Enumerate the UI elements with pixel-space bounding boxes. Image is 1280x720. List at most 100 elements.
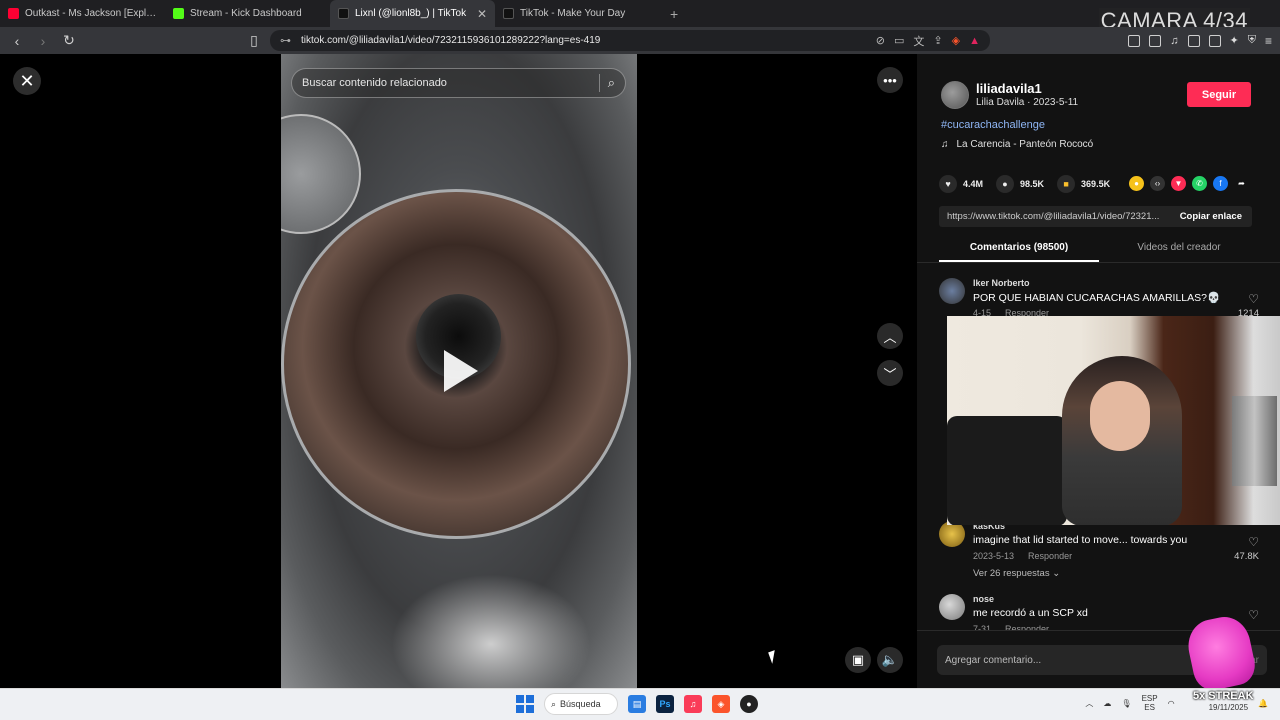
browser-tab-youtube[interactable]: Outkast - Ms Jackson [Explicit] - YouTub…	[0, 0, 165, 27]
previous-video-icon[interactable]: ︿	[877, 323, 903, 349]
floating-player-icon[interactable]: ▣	[845, 647, 871, 673]
close-video-button[interactable]: ✕	[13, 67, 41, 95]
comment-text: imagine that lid started to move... towa…	[973, 534, 1188, 546]
comment-icon: ●	[996, 175, 1015, 193]
comment-like-icon[interactable]: ♡	[1248, 292, 1259, 306]
webcam-face	[1090, 381, 1150, 451]
comment-like-icon[interactable]: ♡	[1248, 608, 1259, 622]
view-replies-label: Ver 26 respuestas	[973, 568, 1050, 579]
creator-subline: Lilia Davila · 2023-5-11	[976, 97, 1079, 108]
share-icon[interactable]: ⇪	[933, 34, 942, 47]
webcam-overlay	[947, 316, 1280, 525]
brave-browser-icon[interactable]: ◈	[712, 695, 730, 713]
next-video-icon[interactable]: ﹀	[877, 360, 903, 386]
music-row[interactable]: ♫ La Carencia - Panteón Rococó	[941, 139, 1093, 150]
address-toolbar: ‹ › ↻ ▯ ⊶ tiktok.com/@liliadavila1/video…	[0, 27, 1280, 54]
browser-tab-tiktok-active[interactable]: Lixnl (@lionl8b_) | TikTok ✕	[330, 0, 495, 27]
commenter-name[interactable]: nose	[973, 594, 994, 604]
brave-shield-icon[interactable]: ◈	[952, 34, 960, 47]
browser-tab-tiktok[interactable]: TikTok - Make Your Day	[495, 0, 660, 27]
notification-icon[interactable]: 🔔	[1258, 699, 1268, 708]
puzzle-icon[interactable]: ✦	[1230, 34, 1239, 47]
cast-icon[interactable]: ▭	[894, 34, 904, 47]
hashtag-link[interactable]: #cucarachachallenge	[941, 119, 1045, 131]
taskbar-search-label: Búsqueda	[560, 699, 601, 709]
creator-username[interactable]: liliadavila1	[976, 81, 1042, 96]
comment-meta: 2023-5-13 Responder	[973, 551, 1072, 561]
comment-like-icon[interactable]: ♡	[1248, 535, 1259, 549]
site-info-icon[interactable]: ⊶	[280, 34, 291, 47]
search-divider	[598, 74, 600, 92]
back-icon[interactable]: ‹	[6, 30, 28, 52]
extension-icon[interactable]	[1149, 34, 1162, 47]
vpn-icon[interactable]: ⛨	[1248, 34, 1256, 47]
related-search-input[interactable]: Buscar contenido relacionado ⌕	[291, 68, 626, 98]
translate-icon[interactable]: 文	[913, 33, 924, 49]
search-icon: ⌕	[551, 698, 557, 709]
commenter-avatar[interactable]	[939, 278, 965, 304]
new-tab-button[interactable]: +	[660, 0, 688, 27]
music-icon[interactable]: ♫	[1170, 35, 1178, 47]
view-replies-link[interactable]: Ver 26 respuestas ⌄	[973, 568, 1060, 579]
language-indicator[interactable]: ESP ES	[1142, 694, 1158, 712]
wallet-icon[interactable]	[1208, 34, 1221, 47]
coin-icon[interactable]: ●	[1129, 176, 1144, 191]
share-icons: ● ‹› ▼ ✆ f ➦	[1129, 176, 1249, 191]
reader-icon[interactable]: ⊘	[876, 34, 885, 47]
comment-item: Iker Norberto POR QUE HABIAN CUCARACHAS …	[939, 278, 1259, 319]
repost-icon[interactable]: ▼	[1171, 176, 1186, 191]
music-app-icon[interactable]: ♫	[684, 695, 702, 713]
sidebar-icon[interactable]	[1187, 34, 1200, 47]
like-stat[interactable]: ♥ 4.4M	[939, 175, 983, 193]
brave-rewards-icon[interactable]: ▲	[969, 35, 980, 47]
comment-text: me recordó a un SCP xd	[973, 607, 1088, 619]
browser-tab-kick[interactable]: Stream - Kick Dashboard	[165, 0, 330, 27]
extension-icon[interactable]	[1128, 34, 1141, 47]
comment-text: POR QUE HABIAN CUCARACHAS AMARILLAS?💀	[973, 292, 1221, 304]
bookmark-icon[interactable]: ▯	[243, 30, 265, 52]
streak-label: 5x STREAK	[1193, 690, 1254, 702]
more-options-icon[interactable]: •••	[877, 67, 903, 93]
comment-stat[interactable]: ● 98.5K	[996, 175, 1044, 193]
video-frame-object	[281, 114, 361, 234]
music-note-icon: ♫	[941, 139, 949, 150]
volume-icon[interactable]: 🔈	[877, 647, 903, 673]
save-stat[interactable]: ■ 369.5K	[1057, 175, 1110, 193]
creator-avatar[interactable]	[941, 81, 969, 109]
search-icon[interactable]: ⌕	[608, 75, 615, 91]
windows-start-icon[interactable]	[516, 695, 534, 713]
divider	[917, 262, 1280, 263]
reload-icon[interactable]: ↻	[58, 30, 80, 52]
forward-icon[interactable]: ›	[32, 30, 54, 52]
commenter-avatar[interactable]	[939, 594, 965, 620]
menu-icon[interactable]: ≡	[1265, 34, 1272, 48]
taskbar-search[interactable]: ⌕ Búsqueda	[544, 693, 618, 715]
video-link[interactable]: https://www.tiktok.com/@liliadavila1/vid…	[939, 211, 1170, 222]
wifi-icon[interactable]: ◠	[1168, 699, 1175, 708]
video-frame-light	[391, 574, 591, 688]
kick-icon	[173, 8, 184, 19]
webcam-chair	[947, 416, 1067, 525]
file-explorer-icon[interactable]: ▤	[628, 695, 646, 713]
whatsapp-icon[interactable]: ✆	[1192, 176, 1207, 191]
reply-button[interactable]: Responder	[1028, 551, 1072, 561]
embed-icon[interactable]: ‹›	[1150, 176, 1165, 191]
tab-label: Outkast - Ms Jackson [Explicit] - YouTub…	[25, 8, 157, 19]
photoshop-icon[interactable]: Ps	[656, 695, 674, 713]
tab-comments[interactable]: Comentarios (98500)	[939, 238, 1099, 262]
play-icon[interactable]	[444, 350, 478, 392]
copy-link-button[interactable]: Copiar enlace	[1170, 211, 1252, 222]
mic-icon[interactable]: 🎙	[1121, 699, 1131, 708]
commenter-name[interactable]: Iker Norberto	[973, 278, 1030, 288]
url-bar[interactable]: ⊶ tiktok.com/@liliadavila1/video/7232115…	[270, 30, 990, 51]
obs-icon[interactable]: ●	[740, 695, 758, 713]
chevron-down-icon: ⌄	[1052, 568, 1061, 579]
close-tab-icon[interactable]: ✕	[477, 7, 487, 21]
facebook-icon[interactable]: f	[1213, 176, 1228, 191]
follow-button[interactable]: Seguir	[1187, 82, 1251, 107]
chevron-up-icon[interactable]: ︿	[1085, 698, 1093, 709]
forward-share-icon[interactable]: ➦	[1234, 176, 1249, 191]
cloud-icon[interactable]: ☁	[1103, 699, 1111, 708]
tab-creator-videos[interactable]: Videos del creador	[1099, 238, 1259, 262]
clock-date: 19/11/2025	[1208, 703, 1249, 712]
